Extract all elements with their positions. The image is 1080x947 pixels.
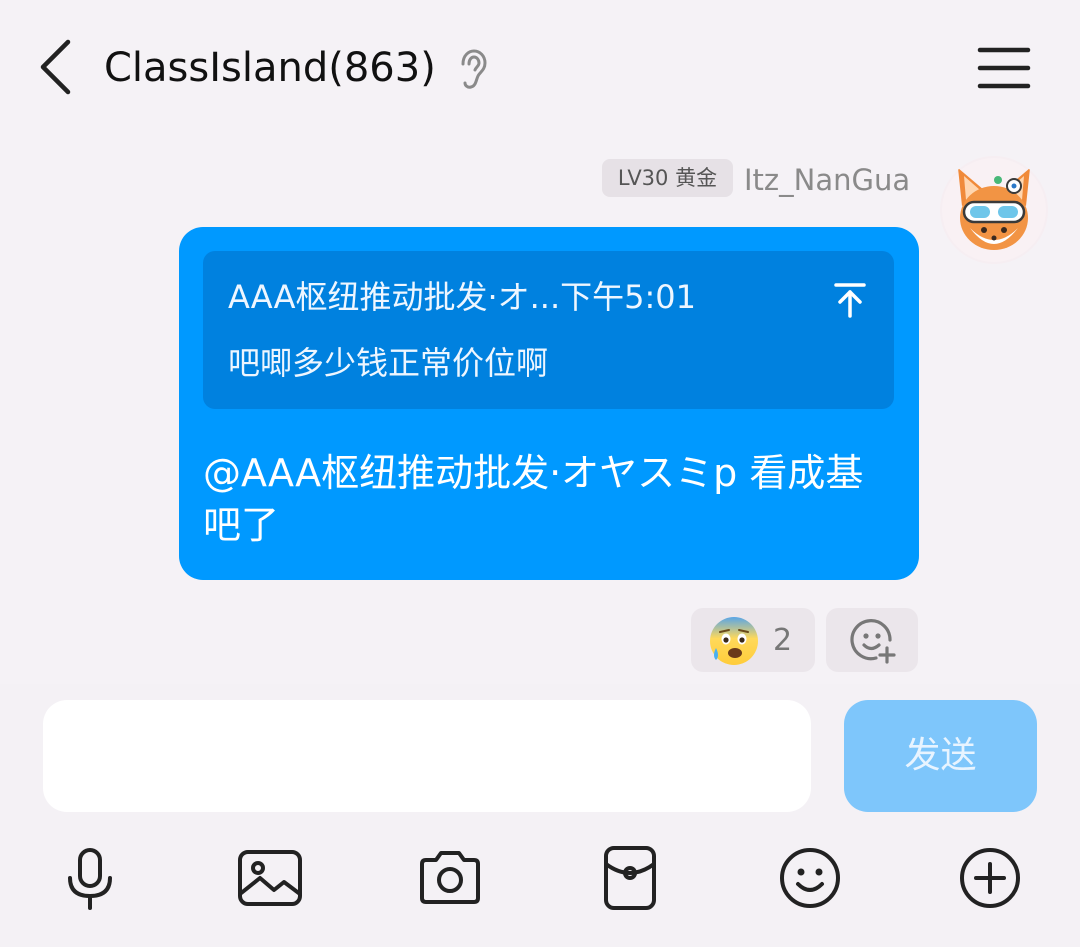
add-emoji-icon bbox=[846, 614, 900, 668]
quote-header: AAA枢纽推动批发·オ...下午5:01 bbox=[228, 278, 697, 316]
jump-to-top-icon[interactable] bbox=[828, 278, 872, 322]
ear-icon[interactable] bbox=[455, 48, 491, 92]
sender-name[interactable]: Itz_NanGua bbox=[744, 160, 910, 200]
message-input[interactable] bbox=[43, 700, 811, 812]
back-button[interactable] bbox=[28, 34, 88, 100]
fox-avatar-icon bbox=[940, 156, 1048, 264]
page-title: ClassIsland(863) bbox=[104, 45, 436, 91]
image-icon[interactable] bbox=[234, 842, 306, 914]
message-text: @AAA枢纽推动批发·オヤスミp 看成基吧了 bbox=[203, 451, 864, 547]
camera-icon[interactable] bbox=[414, 842, 486, 914]
emoji-icon[interactable] bbox=[774, 842, 846, 914]
avatar[interactable] bbox=[940, 156, 1048, 264]
quote-text: 吧唧多少钱正常价位啊 bbox=[228, 344, 549, 382]
level-badge: LV30 黄金 bbox=[602, 159, 733, 197]
hamburger-menu-icon bbox=[977, 47, 1031, 89]
menu-button[interactable] bbox=[970, 40, 1040, 96]
microphone-icon[interactable] bbox=[54, 842, 126, 914]
plus-icon[interactable] bbox=[954, 842, 1026, 914]
red-packet-icon[interactable] bbox=[594, 842, 666, 914]
anxious-face-with-sweat-icon bbox=[707, 614, 761, 668]
send-button[interactable]: 发送 bbox=[844, 700, 1037, 812]
reaction-count: 2 bbox=[773, 623, 793, 658]
chevron-left-icon bbox=[40, 39, 71, 95]
